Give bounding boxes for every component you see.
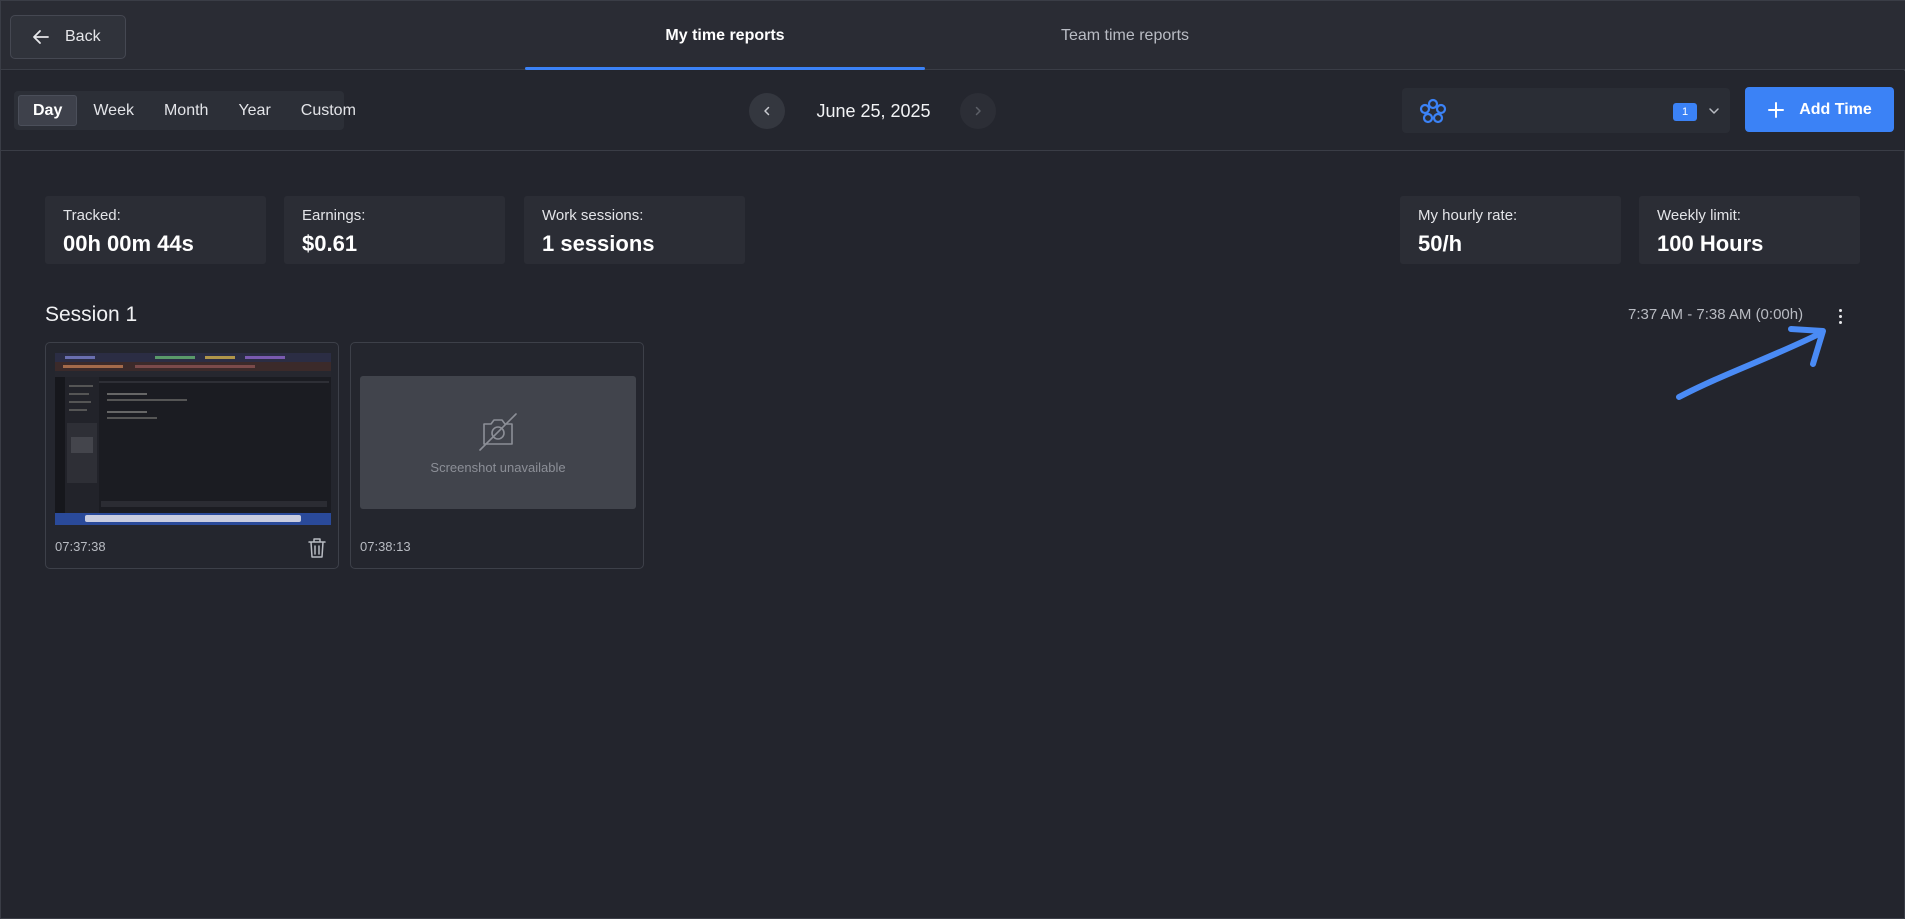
stat-hourly-rate: My hourly rate: 50/h bbox=[1400, 196, 1621, 264]
plus-icon bbox=[1768, 101, 1785, 118]
filter-bar: Day Week Month Year Custom June 25, 2025… bbox=[1, 71, 1905, 151]
tab-my-time-reports[interactable]: My time reports bbox=[525, 1, 925, 70]
project-logo-icon bbox=[1419, 98, 1447, 124]
stat-value: 50/h bbox=[1418, 231, 1463, 256]
back-button[interactable]: Back bbox=[10, 15, 126, 59]
screenshot-time: 07:38:13 bbox=[360, 539, 411, 554]
chevron-down-icon bbox=[1709, 108, 1719, 114]
screenshot-card: Screenshot unavailable 07:38:13 bbox=[350, 342, 644, 569]
screenshot-thumbnail[interactable] bbox=[55, 353, 331, 525]
next-date-button[interactable] bbox=[960, 93, 996, 129]
tab-team-time-reports[interactable]: Team time reports bbox=[925, 1, 1325, 70]
session-title: Session 1 bbox=[45, 303, 138, 326]
period-day-button[interactable]: Day bbox=[18, 95, 78, 126]
project-select[interactable]: 1 bbox=[1402, 88, 1730, 133]
trash-icon[interactable] bbox=[306, 536, 328, 560]
chevron-left-icon bbox=[764, 106, 770, 116]
annotation-arrow bbox=[1676, 326, 1826, 400]
current-date: June 25, 2025 bbox=[816, 100, 931, 121]
stat-tracked: Tracked: 00h 00m 44s bbox=[45, 196, 266, 264]
previous-date-button[interactable] bbox=[749, 93, 785, 129]
period-custom-button[interactable]: Custom bbox=[287, 95, 370, 126]
add-time-label: Add Time bbox=[1799, 100, 1872, 118]
screenshot-preview-image bbox=[55, 353, 331, 525]
stat-label: Weekly limit: bbox=[1657, 207, 1741, 224]
screenshot-time: 07:37:38 bbox=[55, 539, 106, 554]
stat-label: Work sessions: bbox=[542, 207, 644, 224]
tab-label: My time reports bbox=[665, 26, 785, 44]
period-year-button[interactable]: Year bbox=[224, 95, 284, 126]
camera-off-icon bbox=[479, 413, 517, 451]
stat-value: 100 Hours bbox=[1657, 231, 1764, 256]
back-label: Back bbox=[65, 28, 101, 45]
stat-label: Earnings: bbox=[302, 207, 366, 224]
period-week-button[interactable]: Week bbox=[79, 95, 148, 126]
arrow-left-icon bbox=[33, 30, 49, 44]
screenshot-unavailable-text: Screenshot unavailable bbox=[430, 460, 566, 475]
project-count-badge: 1 bbox=[1673, 103, 1697, 121]
top-bar: Back My time reports Team time reports bbox=[1, 1, 1905, 70]
active-tab-indicator bbox=[525, 67, 925, 70]
stat-label: My hourly rate: bbox=[1418, 207, 1518, 224]
tab-label: Team time reports bbox=[1060, 26, 1190, 44]
period-month-button[interactable]: Month bbox=[150, 95, 222, 126]
chevron-right-icon bbox=[975, 106, 981, 116]
screenshot-unavailable-placeholder: Screenshot unavailable bbox=[360, 376, 636, 509]
add-time-button[interactable]: Add Time bbox=[1745, 87, 1894, 132]
stat-earnings: Earnings: $0.61 bbox=[284, 196, 505, 264]
stat-value: 1 sessions bbox=[542, 231, 655, 256]
stat-weekly-limit: Weekly limit: 100 Hours bbox=[1639, 196, 1860, 264]
screenshot-card: 07:37:38 bbox=[45, 342, 339, 569]
stat-value: $0.61 bbox=[302, 231, 358, 256]
stat-work-sessions: Work sessions: 1 sessions bbox=[524, 196, 745, 264]
app-window: Back My time reports Team time reports D… bbox=[0, 0, 1905, 919]
period-selector: Day Week Month Year Custom bbox=[14, 91, 356, 130]
stat-label: Tracked: bbox=[63, 207, 121, 224]
stat-value: 00h 00m 44s bbox=[63, 231, 194, 256]
